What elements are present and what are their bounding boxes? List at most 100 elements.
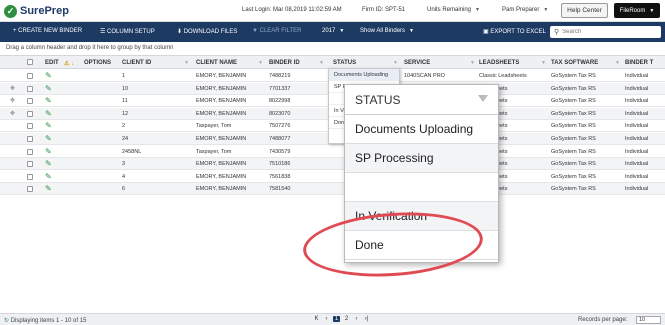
group-by-hint[interactable]: Drag a column header and drop it here to…: [6, 45, 173, 51]
help-center-button[interactable]: Help Center: [561, 3, 608, 18]
cell-binder-type: Individual: [625, 98, 649, 105]
table-row[interactable]: ✎2458NLTaxpayer, Tom7430579LeadsheetsGoS…: [0, 146, 665, 158]
filter-icon[interactable]: ▼: [541, 60, 546, 66]
filter-icon[interactable]: ▼: [470, 60, 475, 66]
row-checkbox[interactable]: [27, 73, 33, 79]
col-header-client-id[interactable]: CLIENT ID: [122, 60, 151, 66]
col-header-leadsheets[interactable]: LEADSHEETS: [479, 60, 519, 66]
filter-icon[interactable]: ▼: [615, 60, 620, 66]
search-icon[interactable]: ⚲: [554, 28, 559, 36]
status-menu-title: STATUS: [345, 85, 498, 115]
sureprep-logo[interactable]: ✓ SurePrep: [4, 3, 69, 19]
first-page-button[interactable]: K: [313, 316, 320, 322]
row-checkbox[interactable]: [27, 136, 33, 142]
col-header-warning[interactable]: ⚠ ↓: [64, 60, 74, 67]
drag-handle-icon[interactable]: ✥: [10, 97, 15, 104]
cell-binder-id: 8022998: [269, 98, 291, 105]
cell-tax-software: GoSystem Tax RS: [551, 123, 596, 130]
row-checkbox[interactable]: [27, 98, 33, 105]
col-header-status[interactable]: STATUS: [333, 60, 356, 66]
col-header-binder-type[interactable]: BINDER T: [625, 60, 653, 66]
chevron-down-icon: ▼: [543, 7, 549, 13]
fileroom-button[interactable]: FileRoom ▼: [614, 3, 660, 18]
select-all-checkbox[interactable]: [27, 59, 33, 65]
cell-binder-type: Individual: [625, 123, 649, 130]
col-header-edit[interactable]: EDIT: [45, 60, 59, 66]
drag-handle-icon[interactable]: ✥: [10, 110, 15, 117]
status-option-small[interactable]: Documents Uploading: [329, 69, 399, 81]
chevron-down-icon: ▼: [339, 28, 345, 34]
cell-client-id: 12: [122, 110, 129, 117]
page-1-button[interactable]: 1: [333, 316, 340, 322]
edit-pencil-icon[interactable]: ✎: [45, 184, 52, 193]
table-row[interactable]: ✎4EMORY, BENJAMIN7561838LeadsheetsGoSyst…: [0, 171, 665, 183]
status-option-sp-processing[interactable]: SP Processing: [345, 144, 498, 173]
filter-icon[interactable]: ▼: [184, 60, 189, 66]
chevron-down-icon: ▼: [649, 7, 655, 14]
edit-pencil-icon[interactable]: ✎: [45, 71, 52, 80]
year-select[interactable]: 2017 ▼: [322, 28, 344, 34]
create-binder-button[interactable]: + CREATE NEW BINDER: [13, 28, 82, 34]
last-login-text: Last Login: Mar 08,2019 11:02:59 AM: [242, 7, 342, 13]
show-binders-value: Show All Binders: [360, 28, 406, 34]
row-checkbox[interactable]: [27, 173, 33, 180]
cell-binder-id: 7507276: [269, 123, 291, 130]
cell-client-name: EMORY, BENJAMIN: [196, 98, 247, 105]
cell-tax-software: GoSystem Tax RS: [551, 148, 596, 155]
drag-handle-icon[interactable]: ✥: [10, 85, 15, 92]
column-setup-button[interactable]: ☰ COLUMN SETUP: [100, 28, 155, 35]
cell-client-id: 10: [122, 85, 129, 92]
records-per-page-select[interactable]: 10: [636, 316, 661, 324]
cell-client-id: 2: [122, 123, 126, 130]
prev-page-button[interactable]: ‹: [323, 316, 330, 322]
user-dropdown[interactable]: Pam Preparer ▼: [502, 7, 548, 13]
search-input[interactable]: [562, 29, 653, 35]
filter-icon[interactable]: ▼: [319, 60, 324, 66]
col-header-options[interactable]: OPTIONS: [84, 60, 111, 66]
status-option-documents-uploading[interactable]: Documents Uploading: [345, 115, 498, 144]
edit-pencil-icon[interactable]: ✎: [45, 109, 52, 118]
cell-client-id: 4: [122, 173, 126, 180]
cell-tax-software: GoSystem Tax RS: [551, 110, 596, 117]
filter-funnel-icon[interactable]: [478, 95, 488, 102]
export-excel-button[interactable]: ▣ EXPORT TO EXCEL: [483, 28, 546, 35]
col-header-tax-software[interactable]: TAX SOFTWARE: [551, 60, 598, 66]
page-2-button[interactable]: 2: [343, 316, 350, 322]
next-page-button[interactable]: ›: [353, 316, 360, 322]
edit-pencil-icon[interactable]: ✎: [45, 159, 52, 168]
units-remaining-dropdown[interactable]: Units Remaining ▼: [427, 7, 480, 13]
filter-icon[interactable]: ▼: [393, 60, 398, 66]
cell-client-name: EMORY, BENJAMIN: [196, 173, 247, 180]
clear-filter-button[interactable]: ▼ CLEAR FILTER: [252, 28, 302, 34]
cell-binder-type: Individual: [625, 186, 649, 193]
edit-pencil-icon[interactable]: ✎: [45, 84, 52, 93]
status-option-blank[interactable]: [345, 173, 498, 202]
cell-tax-software: GoSystem Tax RS: [551, 98, 596, 105]
row-checkbox[interactable]: [27, 110, 33, 117]
download-files-button[interactable]: ⬇ DOWNLOAD FILES: [177, 28, 237, 35]
row-checkbox[interactable]: [27, 186, 33, 193]
edit-pencil-icon[interactable]: ✎: [45, 172, 52, 181]
refresh-icon[interactable]: ↻: [4, 318, 9, 324]
cell-client-name: EMORY, BENJAMIN: [196, 85, 247, 92]
row-checkbox[interactable]: [27, 148, 33, 155]
col-header-service[interactable]: SERVICE: [404, 60, 430, 66]
edit-pencil-icon[interactable]: ✎: [45, 121, 52, 130]
row-checkbox[interactable]: [27, 161, 33, 168]
last-page-button[interactable]: ›|: [363, 316, 370, 322]
edit-pencil-icon[interactable]: ✎: [45, 147, 52, 156]
cell-tax-software: GoSystem Tax RS: [551, 85, 596, 92]
cell-binder-id: 7430579: [269, 148, 291, 155]
show-binders-select[interactable]: Show All Binders ▼: [360, 28, 414, 34]
cell-binder-type: Individual: [625, 161, 649, 168]
edit-pencil-icon[interactable]: ✎: [45, 96, 52, 105]
table-row[interactable]: ✎6EMORY, BENJAMIN7581540LeadsheetsGoSyst…: [0, 183, 665, 196]
filter-icon[interactable]: ▼: [258, 60, 263, 66]
row-checkbox[interactable]: [27, 85, 33, 92]
table-row[interactable]: ✎3EMORY, BENJAMIN7510186LeadsheetsGoSyst…: [0, 158, 665, 171]
row-checkbox[interactable]: [27, 123, 33, 130]
cell-client-name: Taxpayer, Tom: [196, 148, 232, 155]
col-header-binder-id[interactable]: BINDER ID: [269, 60, 300, 66]
col-header-client-name[interactable]: CLIENT NAME: [196, 60, 237, 66]
edit-pencil-icon[interactable]: ✎: [45, 134, 52, 143]
